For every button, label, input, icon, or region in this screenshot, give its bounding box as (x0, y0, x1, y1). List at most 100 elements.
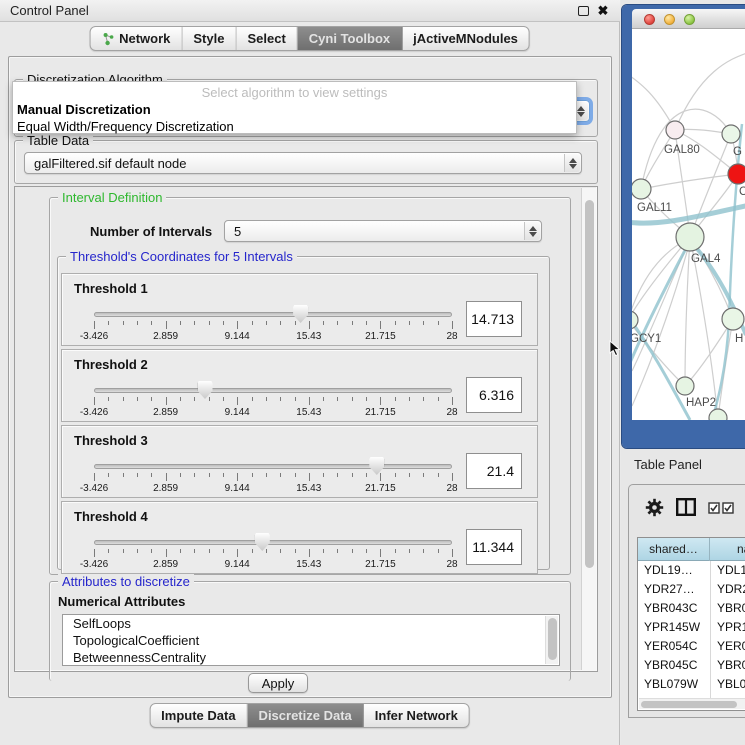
tab-jactivemnodules[interactable]: jActiveMNodules (402, 27, 529, 50)
top-tab-bar: Network Style Select Cyni Toolbox jActiveMNo… (89, 26, 530, 51)
tab-discretize-data[interactable]: Discretize Data (248, 704, 364, 727)
algorithm-placeholder-option[interactable]: Select algorithm to view settings (13, 85, 576, 100)
tab-network[interactable]: Network (90, 27, 182, 50)
table-row[interactable]: YPR145W YPR14 (638, 618, 745, 637)
maximize-traffic-icon[interactable] (684, 14, 695, 25)
tab-label: Impute Data (161, 708, 235, 723)
column-header-name[interactable]: na (711, 538, 745, 561)
option-equal-width-frequency-discretization[interactable]: Equal Width/Frequency Discretization (16, 119, 573, 136)
threshold-panel-4: Threshold 4-3.4262.8599.14415.4321.71528… (61, 501, 538, 574)
slider-track[interactable] (94, 540, 452, 545)
attribute-item-selfloops[interactable]: SelfLoops (63, 615, 559, 632)
tab-cyni-toolbox[interactable]: Cyni Toolbox (298, 27, 402, 50)
tab-select[interactable]: Select (236, 27, 297, 50)
cell-shared-name: YBL079W (644, 675, 708, 694)
tab-style[interactable]: Style (182, 27, 236, 50)
network-canvas[interactable]: GAL80GCGAL11GAL4GCY1HHAP2 (632, 29, 745, 420)
network-window-titlebar (632, 9, 745, 29)
table-row[interactable]: YER054CYER05 (638, 637, 745, 656)
table-row[interactable]: YDR27… YDR27 (638, 580, 745, 599)
tab-infer-network[interactable]: Infer Network (364, 704, 469, 727)
node-label: H (735, 333, 743, 345)
checkbox-icon[interactable] (722, 502, 734, 514)
number-of-intervals-combobox[interactable]: 5 (224, 220, 542, 242)
list-vertical-scrollbar[interactable] (545, 616, 558, 664)
slider-track[interactable] (94, 388, 452, 393)
slider-ticks (94, 473, 452, 482)
table-row[interactable]: YBR043CYBR04 (638, 599, 745, 618)
panel-title: Control Panel (10, 3, 89, 18)
scrollbar-thumb[interactable] (585, 200, 594, 568)
network-node-gcy1[interactable] (632, 311, 638, 329)
slider-track[interactable] (94, 464, 452, 469)
tab-label: Style (193, 31, 224, 46)
threshold-value-field[interactable]: 11.344 (466, 529, 522, 565)
tab-label: jActiveMNodules (413, 31, 518, 46)
numerical-attributes-list: SelfLoopsTopologicalCoefficientBetweenne… (62, 614, 560, 666)
float-window-icon[interactable] (578, 6, 589, 16)
tab-label: Network (119, 31, 170, 46)
mouse-cursor (609, 340, 621, 357)
cell-shared-name: YDR27… (644, 580, 708, 599)
table-rows: YDL19…YDL19YDR27… YDR27YBR043CYBR04YPR145… (638, 561, 745, 701)
cell-name: YPR14 (717, 618, 745, 637)
network-node-gal11[interactable] (632, 179, 651, 199)
threshold-value-field[interactable]: 6.316 (466, 377, 522, 413)
threshold-label: Threshold 4 (74, 509, 148, 524)
table-row[interactable]: YBL079WYBL07 (638, 675, 745, 694)
gear-icon[interactable] (645, 498, 664, 517)
table-toolbar (629, 485, 745, 531)
table-row[interactable]: YDL19…YDL19 (638, 561, 745, 580)
attribute-item-topologicalcoefficient[interactable]: TopologicalCoefficient (63, 632, 559, 649)
number-of-intervals-value: 5 (234, 224, 241, 239)
cell-shared-name: YPR145W (644, 618, 708, 637)
close-traffic-icon[interactable] (644, 14, 655, 25)
cell-name: YDL19 (717, 561, 745, 580)
settings-scrollpane: Interval Definition Number of Intervals … (14, 186, 598, 672)
threshold-value-field[interactable]: 14.713 (466, 301, 522, 337)
apply-button[interactable]: Apply (248, 673, 308, 693)
numerical-attributes-label: Numerical Attributes (58, 594, 185, 609)
threshold-label: Threshold 3 (74, 433, 148, 448)
slider-tick-labels: -3.4262.8599.14415.4321.71528 (94, 483, 452, 495)
network-node-c[interactable] (728, 164, 745, 184)
tab-label: Cyni Toolbox (309, 31, 390, 46)
network-node-partial[interactable] (709, 409, 727, 420)
cell-shared-name: YER054C (644, 637, 708, 656)
threshold-value-field[interactable]: 21.4 (466, 453, 522, 489)
column-header-shared-name[interactable]: shared… (638, 538, 710, 561)
slider-ticks (94, 397, 452, 406)
table-data-combobox[interactable]: galFiltered.sif default node (24, 152, 582, 174)
thresholds-group-label: Threshold's Coordinates for 5 Intervals (66, 249, 297, 264)
cell-shared-name: YBR043C (644, 599, 708, 618)
node-label: GAL4 (691, 253, 721, 265)
network-node-gal4[interactable] (676, 223, 704, 251)
minimize-traffic-icon[interactable] (664, 14, 675, 25)
scrollbar-thumb[interactable] (548, 618, 557, 660)
right-region: GAL80GCGAL11GAL4GCY1HHAP2 Table Panel (621, 0, 745, 745)
network-node-h[interactable] (722, 308, 744, 330)
slider-track[interactable] (94, 312, 452, 317)
table-header-row: shared… na (638, 538, 745, 561)
node-table: shared… na YDL19…YDL19YDR27…YDR27YBR043C… (637, 537, 745, 711)
network-icon (101, 32, 114, 46)
checkbox-icon[interactable] (708, 502, 720, 514)
network-node-hap2[interactable] (676, 377, 694, 395)
option-manual-discretization[interactable]: Manual Discretization (16, 102, 573, 119)
columns-icon[interactable] (676, 498, 696, 516)
cell-name: YDR27 (717, 580, 745, 599)
attribute-item-betweennesscentrality[interactable]: BetweennessCentrality (63, 649, 559, 666)
threshold-panel-1: Threshold 1-3.4262.8599.14415.4321.71528… (61, 273, 538, 346)
slider-ticks (94, 549, 452, 558)
tab-impute-data[interactable]: Impute Data (150, 704, 247, 727)
network-node-g[interactable] (722, 125, 740, 143)
combo-stepper-icon (564, 154, 580, 172)
table-row[interactable]: YBR045CYBR04 (638, 656, 745, 675)
table-horizontal-scrollbar[interactable] (639, 698, 745, 709)
network-node-gal80[interactable] (666, 121, 684, 139)
settings-vertical-scrollbar[interactable] (581, 188, 596, 670)
attributes-group-label: Attributes to discretize (58, 574, 194, 589)
slider-ticks (94, 321, 452, 330)
close-icon[interactable]: ✖ (596, 2, 610, 18)
scrollbar-thumb[interactable] (641, 701, 737, 708)
